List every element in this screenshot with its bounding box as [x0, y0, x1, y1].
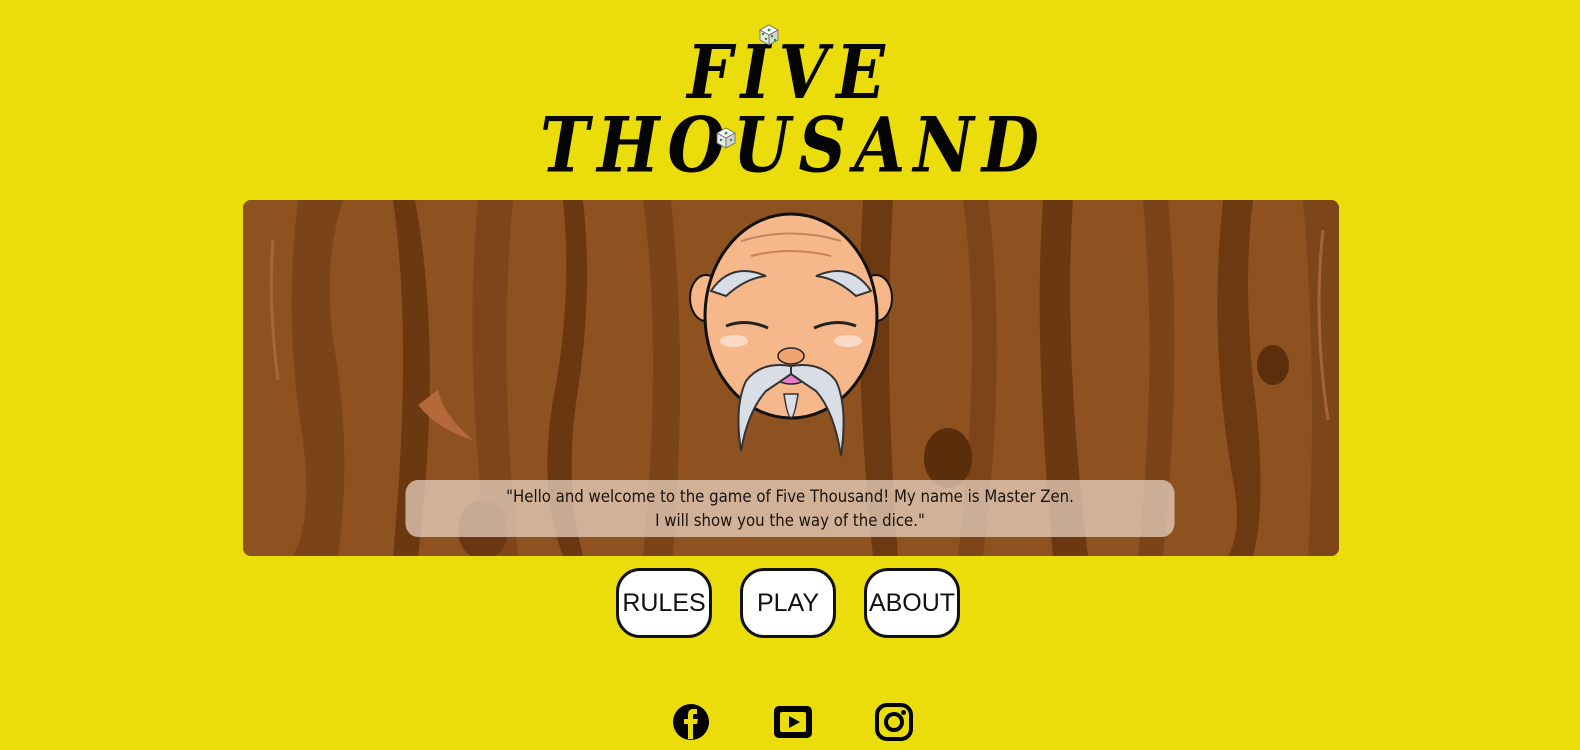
dice-icon-small: [716, 127, 736, 149]
about-button[interactable]: ABOUT: [864, 568, 960, 638]
instagram-icon[interactable]: [874, 702, 914, 742]
youtube-icon[interactable]: [773, 702, 813, 742]
facebook-icon[interactable]: [671, 702, 711, 742]
title-line-thousand: THOUSAND: [540, 100, 1047, 190]
dice-icon: [759, 24, 779, 46]
speech-line-2: I will show you the way of the dice.": [655, 510, 925, 531]
master-zen-banner: "Hello and welcome to the game of Five T…: [243, 200, 1339, 556]
play-button[interactable]: PLAY: [740, 568, 836, 638]
speech-bubble: "Hello and welcome to the game of Five T…: [405, 480, 1175, 537]
master-zen-avatar: [689, 212, 893, 457]
game-title: FIVE THOUSAND: [540, 14, 1040, 190]
rules-button[interactable]: RULES: [616, 568, 712, 638]
speech-line-1: "Hello and welcome to the game of Five T…: [506, 486, 1074, 507]
